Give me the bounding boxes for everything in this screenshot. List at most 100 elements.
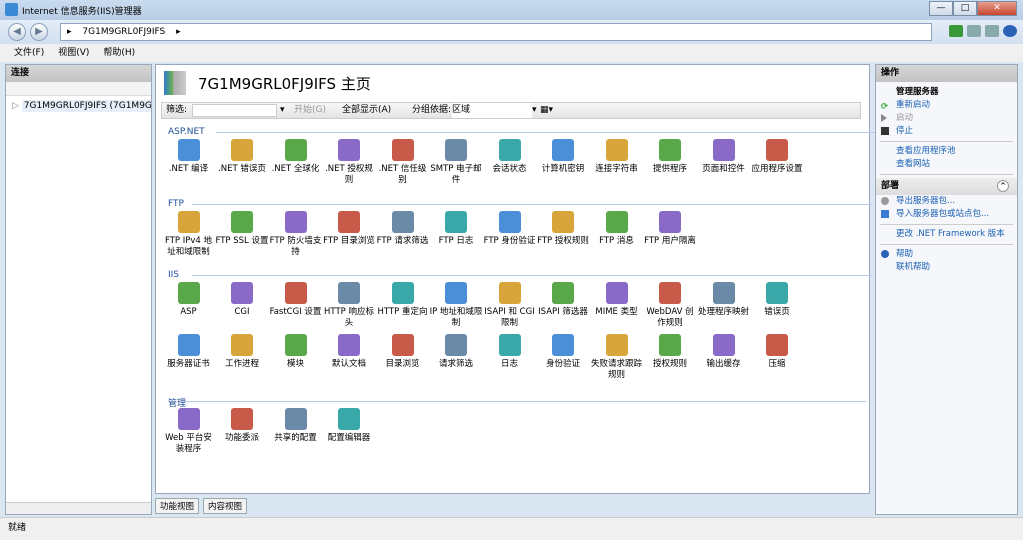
menu-help[interactable]: 帮助(H) [103, 44, 135, 62]
help-icon[interactable] [1003, 25, 1017, 37]
view-toggle-icon[interactable]: ▦▾ [540, 103, 553, 118]
menu-view[interactable]: 视图(V) [58, 44, 89, 62]
feature-item[interactable]: 计算机密钥 [537, 139, 590, 175]
actions-panel: 操作 管理服务器 ⟳ 重新启动 启动 停止 查看应用程序池 查看网站 部署 ^ 导出… [875, 64, 1018, 515]
feature-item[interactable]: 共享的配置 [269, 408, 322, 444]
breadcrumb-arrow[interactable]: ▸ [67, 27, 72, 37]
view-sites-link[interactable]: 查看网站 [876, 158, 1017, 171]
page-title: 7G1M9GRL0FJ9IFS 主页 [198, 75, 371, 93]
feature-item[interactable]: FTP SSL 设置 [216, 211, 269, 247]
feature-item[interactable]: ISAPI 和 CGI 限制 [483, 282, 536, 329]
menu-file[interactable]: 文件(F) [14, 44, 44, 62]
feature-label: 输出缓存 [706, 359, 741, 369]
feature-item[interactable]: 输出缓存 [697, 334, 750, 370]
feature-icon [498, 139, 521, 161]
connections-header: 连接 [6, 65, 151, 82]
feature-item[interactable]: ISAPI 筛选器 [537, 282, 590, 318]
features-panel: 7G1M9GRL0FJ9IFS 主页 筛选: ▾ 开始(G) 全部显示(A) 分… [155, 64, 896, 494]
feature-item[interactable]: 应用程序设置 [751, 139, 804, 175]
feature-item[interactable]: .NET 授权规则 [323, 139, 376, 186]
breadcrumb-server[interactable]: 7G1M9GRL0FJ9IFS [82, 27, 165, 37]
feature-icon [605, 334, 628, 356]
feature-item[interactable]: 会话状态 [483, 139, 536, 175]
feature-item[interactable]: FTP 授权规则 [537, 211, 590, 247]
feature-item[interactable]: MIME 类型 [590, 282, 643, 318]
feature-item[interactable]: 服务器证书 [162, 334, 215, 370]
feature-item[interactable]: IP 地址和域限制 [430, 282, 483, 329]
feature-item[interactable]: FTP 消息 [590, 211, 643, 247]
feature-item[interactable]: 连接字符串 [590, 139, 643, 175]
start-button[interactable]: 开始(G) [294, 103, 326, 118]
help-link[interactable]: 帮助 [876, 248, 1017, 261]
feature-item[interactable]: .NET 错误页 [216, 139, 269, 175]
feature-item[interactable]: HTTP 响应标头 [323, 282, 376, 329]
feature-item[interactable]: 模块 [269, 334, 322, 370]
horizontal-scrollbar[interactable] [6, 502, 151, 514]
export-icon [881, 197, 889, 205]
stop-link[interactable]: 停止 [876, 125, 1017, 138]
restart-link[interactable]: ⟳ 重新启动 [876, 99, 1017, 112]
feature-item[interactable]: .NET 信任级别 [376, 139, 429, 186]
forward-button[interactable]: ▶ [30, 23, 48, 41]
feature-item[interactable]: 工作进程 [216, 334, 269, 370]
feature-item[interactable]: FTP 请求筛选 [376, 211, 429, 247]
refresh-icon[interactable] [949, 25, 963, 37]
show-all-button[interactable]: 全部显示(A) [342, 103, 391, 118]
feature-item[interactable]: FTP 目录浏览 [323, 211, 376, 247]
feature-label: .NET 授权规则 [325, 164, 373, 185]
feature-label: IP 地址和域限制 [429, 307, 483, 328]
filter-input[interactable] [192, 104, 277, 117]
feature-item[interactable]: FTP 防火墙支持 [269, 211, 322, 258]
feature-item[interactable]: 失败请求跟踪规则 [590, 334, 643, 381]
feature-item[interactable]: .NET 编译 [162, 139, 215, 175]
feature-item[interactable]: 请求筛选 [430, 334, 483, 370]
home-icon[interactable] [985, 25, 999, 37]
feature-item[interactable]: 页面和控件 [697, 139, 750, 175]
feature-label: ISAPI 和 CGI 限制 [484, 307, 535, 328]
stop-icon[interactable] [967, 25, 981, 37]
feature-item[interactable]: 目录浏览 [376, 334, 429, 370]
start-link[interactable]: 启动 [876, 112, 1017, 125]
feature-item[interactable]: 授权规则 [644, 334, 697, 370]
feature-item[interactable]: 配置编辑器 [323, 408, 376, 444]
feature-item[interactable]: FTP 身份验证 [483, 211, 536, 247]
feature-item[interactable]: FTP 用户隔离 [644, 211, 697, 247]
breadcrumb[interactable]: ▸ 7G1M9GRL0FJ9IFS ▸ [60, 23, 932, 41]
feature-item[interactable]: 功能委派 [216, 408, 269, 444]
feature-item[interactable]: 身份验证 [537, 334, 590, 370]
feature-item[interactable]: HTTP 重定向 [376, 282, 429, 318]
view-app-pools-link[interactable]: 查看应用程序池 [876, 145, 1017, 158]
feature-item[interactable]: 错误页 [751, 282, 804, 318]
feature-item[interactable]: 提供程序 [644, 139, 697, 175]
tree-item-server[interactable]: 7G1M9GRL0FJ9IFS (7G1M9GRL0FJ9IFS\Adminis… [21, 100, 151, 112]
feature-item[interactable]: WebDAV 创作规则 [644, 282, 697, 329]
import-icon [881, 210, 889, 218]
import-package-link[interactable]: 导入服务器包或站点包... [876, 208, 1017, 221]
change-net-version-link[interactable]: 更改 .NET Framework 版本 [876, 228, 1017, 241]
feature-item[interactable]: FastCGI 设置 [269, 282, 322, 318]
feature-item[interactable]: CGI [216, 282, 269, 318]
close-button[interactable]: ✕ [977, 1, 1017, 16]
maximize-button[interactable]: □ [953, 1, 977, 16]
feature-item[interactable]: SMTP 电子邮件 [430, 139, 483, 186]
feature-item[interactable]: FTP 日志 [430, 211, 483, 247]
feature-item[interactable]: FTP IPv4 地址和域限制 [162, 211, 215, 258]
feature-item[interactable]: 日志 [483, 334, 536, 370]
tab-content-view[interactable]: 内容视图 [203, 498, 248, 514]
feature-icon [552, 334, 574, 356]
collapse-icon[interactable]: ^ [997, 180, 1009, 192]
feature-icon [766, 282, 788, 304]
group-by-select[interactable]: 区域 [452, 103, 532, 118]
online-help-link[interactable]: 联机帮助 [876, 261, 1017, 274]
feature-item[interactable]: .NET 全球化 [269, 139, 322, 175]
feature-item[interactable]: 默认文档 [323, 334, 376, 370]
back-button[interactable]: ◀ [8, 23, 26, 41]
minimize-button[interactable]: — [929, 1, 953, 16]
tab-features-view[interactable]: 功能视图 [155, 498, 200, 514]
feature-item[interactable]: Web 平台安装程序 [162, 408, 215, 455]
breadcrumb-arrow[interactable]: ▸ [176, 27, 181, 37]
export-package-link[interactable]: 导出服务器包... [876, 195, 1017, 208]
feature-item[interactable]: ASP [162, 282, 215, 318]
feature-item[interactable]: 压缩 [751, 334, 804, 370]
feature-item[interactable]: 处理程序映射 [697, 282, 750, 318]
